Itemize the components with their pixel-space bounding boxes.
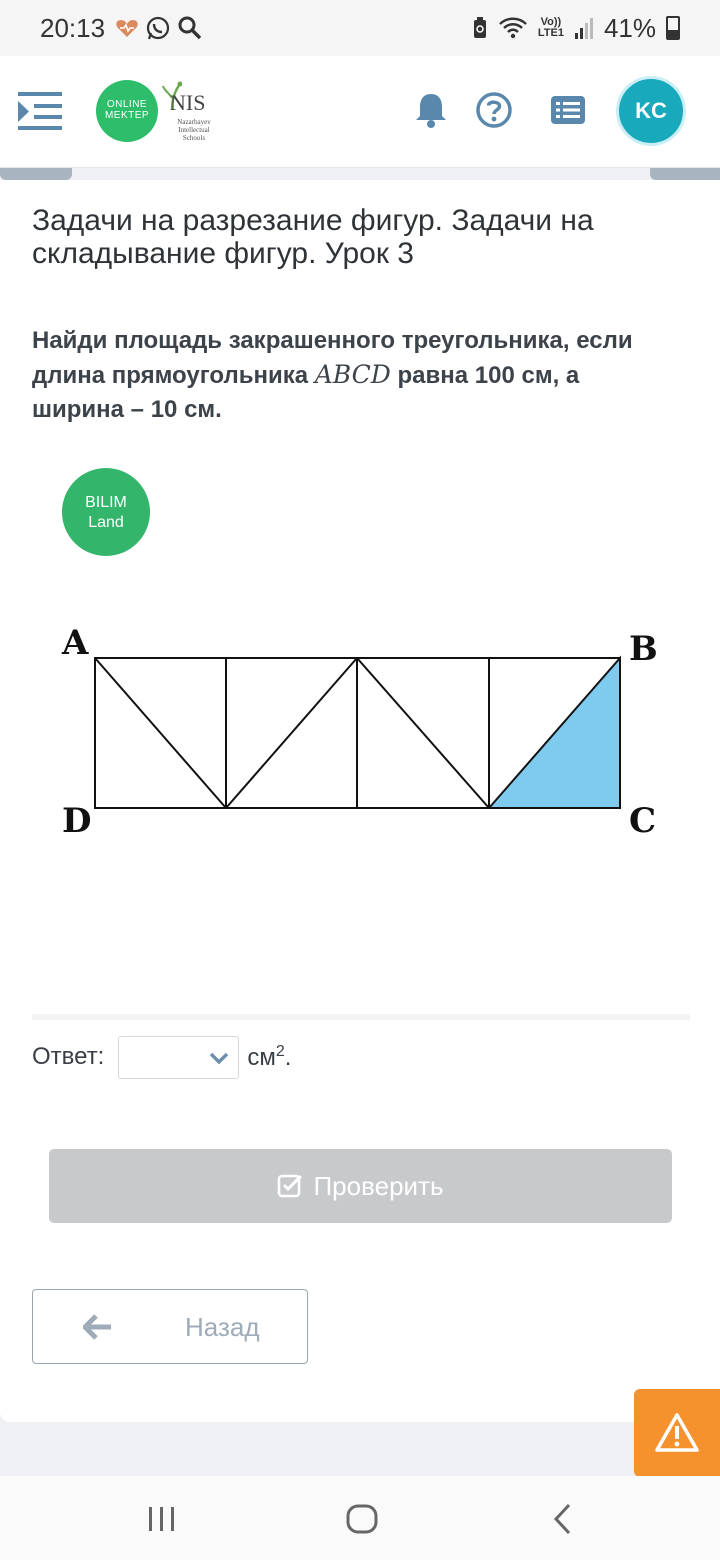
next-tab-handle[interactable] <box>650 168 720 180</box>
logo-online-text: ONLINE <box>106 99 148 110</box>
android-nav-bar <box>0 1476 720 1560</box>
battery-saver-icon <box>473 17 486 38</box>
bell-icon[interactable] <box>411 90 451 130</box>
user-avatar[interactable]: KC <box>616 76 686 146</box>
report-problem-button[interactable] <box>634 1389 720 1477</box>
warning-icon <box>655 1413 699 1452</box>
search-icon <box>178 16 202 40</box>
question-math-abcd: ABCD <box>314 360 391 389</box>
online-mektep-logo[interactable]: ONLINE MEKTEP <box>96 80 158 142</box>
status-bar: 20:13 Vo)) LTE1 41% <box>0 0 720 56</box>
status-system-icons: Vo)) LTE1 41% <box>472 13 680 44</box>
nis-logo: NIS Nazarbayev Intellectual Schools <box>162 78 222 144</box>
recent-apps-icon[interactable] <box>145 1502 179 1536</box>
network-type: Vo)) LTE1 <box>538 17 564 39</box>
arrow-left-icon <box>83 1314 111 1340</box>
network-lte: LTE1 <box>537 27 564 39</box>
status-time: 20:13 <box>40 12 106 43</box>
divider <box>32 1014 690 1020</box>
diagonal-line-1 <box>94 657 227 809</box>
nis-logo-text: NIS <box>170 90 206 115</box>
answer-unit: см2. <box>247 1042 292 1071</box>
battery-icon <box>666 16 680 40</box>
bilimland-logo: BILIM Land <box>62 468 150 556</box>
answer-dropdown[interactable] <box>118 1035 240 1079</box>
whatsapp-icon <box>146 16 170 40</box>
prev-tab-handle[interactable] <box>0 168 72 180</box>
home-icon[interactable] <box>345 1502 379 1536</box>
logo-mektep-text: MEKTEP <box>104 110 150 121</box>
diagonal-line-3 <box>356 657 490 809</box>
check-button[interactable]: Проверить <box>49 1149 672 1223</box>
chevron-down-icon <box>210 1052 229 1064</box>
vertex-label-d: D <box>62 801 91 841</box>
back-button[interactable]: Назад <box>32 1289 308 1364</box>
vertex-label-a: A <box>61 623 89 663</box>
list-icon[interactable] <box>548 90 588 130</box>
check-button-label: Проверить <box>313 1170 444 1201</box>
app-header: ONLINE MEKTEP NIS Nazarbayev Intellectua… <box>0 56 720 168</box>
signal-icon <box>574 18 593 39</box>
question-text: Найди площадь закрашенного треугольника,… <box>32 324 672 427</box>
bilimland-logo-line1: BILIM <box>85 494 127 511</box>
diagonal-line-2 <box>225 657 358 809</box>
wifi-icon <box>499 17 527 39</box>
vertex-label-c: C <box>629 801 656 841</box>
answer-label: Ответ: <box>32 1043 105 1070</box>
vertex-label-b: B <box>629 629 658 669</box>
back-nav-icon[interactable] <box>547 1502 581 1536</box>
menu-icon[interactable] <box>18 90 62 132</box>
nis-logo-subtext: Nazarbayev Intellectual Schools <box>177 118 211 142</box>
status-notification-icons <box>115 15 203 41</box>
battery-percent: 41% <box>603 12 656 43</box>
help-icon[interactable] <box>474 90 514 130</box>
answer-row: Ответ: см2. <box>32 1035 291 1079</box>
shaded-triangle <box>486 655 621 809</box>
back-button-label: Назад <box>185 1312 260 1342</box>
checkbox-icon <box>278 1174 303 1198</box>
rectangle-figure: A B C D <box>61 623 658 841</box>
lesson-title: Задачи на разрезание фигур. Задачи на ск… <box>32 204 594 270</box>
bilimland-logo-line2: Land <box>88 514 124 531</box>
lesson-card: Задачи на разрезание фигур. Задачи на ск… <box>0 180 720 1422</box>
heart-health-icon <box>116 20 138 37</box>
